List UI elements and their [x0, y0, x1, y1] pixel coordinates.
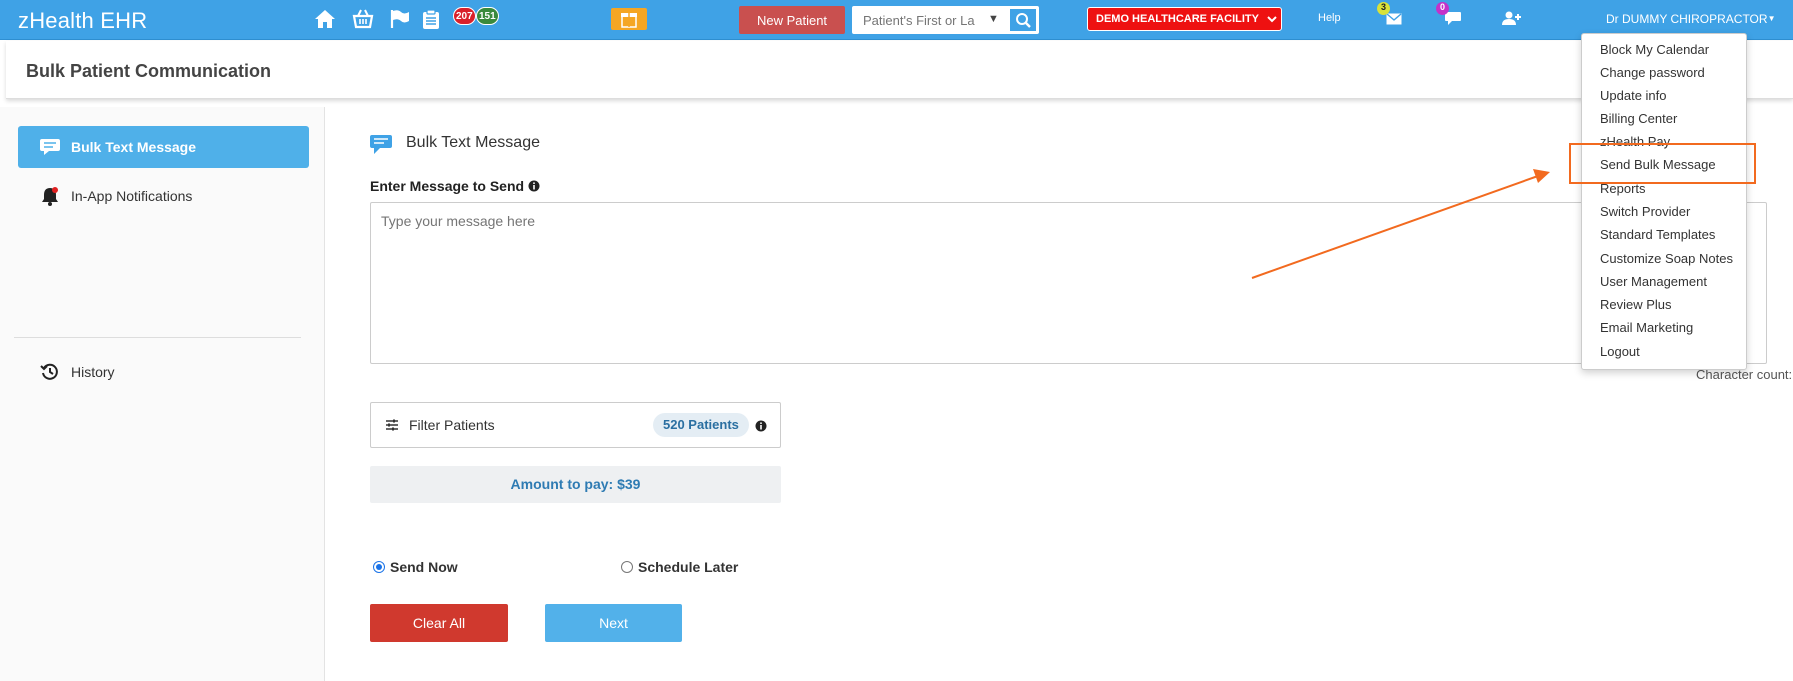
radio-indicator: [621, 561, 633, 573]
menu-item-billing-center[interactable]: Billing Center: [1600, 111, 1677, 126]
filter-patients-button[interactable]: Filter Patients 520 Patients: [370, 402, 781, 448]
menu-item-block-my-calendar[interactable]: Block My Calendar: [1600, 42, 1709, 57]
page-header: Bulk Patient Communication: [6, 41, 1793, 99]
schedule-later-radio[interactable]: Schedule Later: [621, 559, 738, 575]
search-dropdown-caret-icon[interactable]: ▼: [988, 13, 999, 25]
menu-item-switch-provider[interactable]: Switch Provider: [1600, 204, 1690, 219]
menu-item-review-plus[interactable]: Review Plus: [1600, 297, 1672, 312]
gift-icon[interactable]: [611, 8, 647, 30]
clear-all-button[interactable]: Clear All: [370, 604, 508, 642]
app-brand[interactable]: zHealth EHR: [18, 8, 147, 34]
page-title: Bulk Patient Communication: [26, 61, 272, 81]
chat-icon[interactable]: [1444, 11, 1462, 29]
tasks-badge[interactable]: 207: [453, 7, 476, 25]
facility-select[interactable]: DEMO HEALTHCARE FACILITY: [1087, 7, 1282, 31]
highlight-box: [1569, 143, 1756, 184]
section-title-text: Bulk Text Message: [406, 134, 540, 151]
chevron-down-icon: [1267, 8, 1277, 38]
message-label: Enter Message to Send: [370, 178, 540, 194]
sidebar-item-history[interactable]: History: [18, 351, 309, 393]
sidebar-item-label: In-App Notifications: [71, 188, 193, 204]
sidebar-item-in-app-notifications[interactable]: In-App Notifications: [18, 175, 309, 217]
menu-item-change-password[interactable]: Change password: [1600, 65, 1705, 80]
patient-search-input[interactable]: [853, 7, 983, 33]
sliders-icon: [385, 418, 399, 435]
mail-badge[interactable]: 3: [1377, 2, 1390, 15]
next-button[interactable]: Next: [545, 604, 682, 642]
user-menu-toggle[interactable]: Dr DUMMY CHIROPRACTOR▼: [1606, 12, 1775, 26]
caret-down-icon: ▼: [1767, 14, 1776, 23]
facility-select-value: DEMO HEALTHCARE FACILITY: [1096, 13, 1259, 25]
radio-selected-indicator: [373, 561, 385, 573]
patient-search: ▼: [852, 6, 1039, 34]
sidebar-item-label: Bulk Text Message: [71, 139, 197, 155]
home-icon[interactable]: [314, 9, 336, 32]
patients-count-badge: 520 Patients: [653, 413, 749, 437]
menu-item-customize-soap-notes[interactable]: Customize Soap Notes: [1600, 251, 1733, 266]
add-user-icon[interactable]: [1502, 11, 1522, 29]
sidebar-divider: [14, 337, 301, 338]
flag-icon[interactable]: [389, 9, 411, 32]
message-label-text: Enter Message to Send: [370, 178, 525, 194]
menu-item-user-management[interactable]: User Management: [1600, 274, 1707, 289]
menu-item-email-marketing[interactable]: Email Marketing: [1600, 320, 1693, 335]
menu-item-standard-templates[interactable]: Standard Templates: [1600, 227, 1715, 242]
sidebar-item-label: History: [71, 364, 115, 380]
bell-icon: [38, 175, 62, 222]
info-icon[interactable]: [528, 178, 540, 194]
history-icon: [38, 351, 62, 398]
send-now-label: Send Now: [390, 559, 458, 575]
filter-label: Filter Patients: [409, 417, 495, 433]
amount-to-pay: Amount to pay: $39: [370, 466, 781, 503]
chat-badge[interactable]: 0: [1436, 2, 1449, 15]
sidebar-item-bulk-text-message[interactable]: Bulk Text Message: [18, 126, 309, 168]
menu-item-logout[interactable]: Logout: [1600, 344, 1640, 359]
menu-item-update-info[interactable]: Update info: [1600, 88, 1667, 103]
main-content: Bulk Text Message Enter Message to Send …: [325, 107, 1793, 681]
section-title: Bulk Text Message: [370, 134, 540, 154]
mail-icon[interactable]: [1386, 12, 1402, 28]
chat-bubble-icon: [38, 126, 62, 172]
send-now-radio[interactable]: Send Now: [373, 559, 458, 575]
help-link[interactable]: Help: [1318, 12, 1341, 24]
info-icon[interactable]: [755, 419, 767, 435]
message-textarea[interactable]: [370, 202, 1767, 364]
new-patient-button[interactable]: New Patient: [739, 6, 845, 34]
sidebar: Bulk Text Message In-App Notifications H…: [0, 107, 325, 681]
clipboard-icon[interactable]: [422, 9, 440, 33]
schedule-later-label: Schedule Later: [638, 559, 739, 575]
basket-icon[interactable]: [352, 9, 374, 32]
user-name: Dr DUMMY CHIROPRACTOR: [1606, 12, 1768, 26]
chat-bubble-icon: [368, 133, 394, 162]
alerts-badge[interactable]: 151: [476, 7, 499, 25]
user-dropdown-menu: Block My Calendar Change password Update…: [1581, 33, 1747, 370]
top-navbar: zHealth EHR 207 151 New Patient ▼ DEMO H…: [0, 0, 1793, 40]
search-button[interactable]: [1008, 7, 1038, 33]
